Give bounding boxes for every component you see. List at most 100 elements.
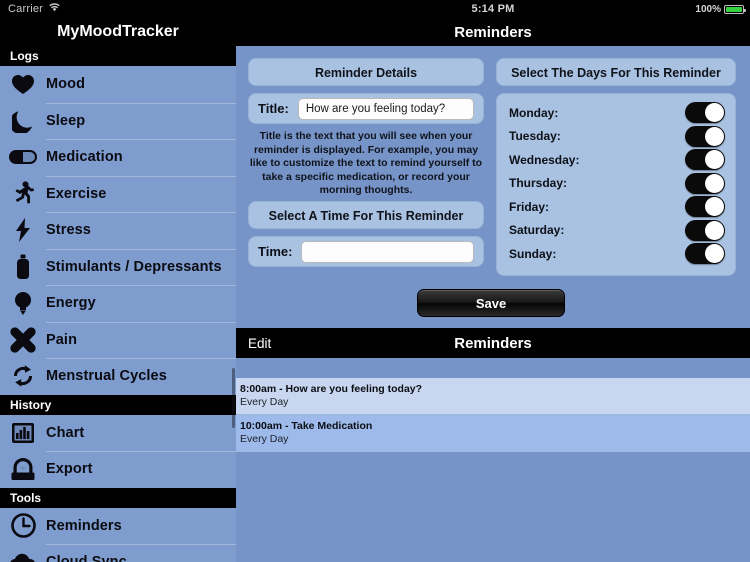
sidebar-item-label: Exercise bbox=[46, 185, 107, 202]
reminder-details-header-card: Reminder Details bbox=[248, 58, 484, 86]
day-row-tuesday[interactable]: Tuesday: bbox=[509, 125, 725, 149]
heart-icon bbox=[0, 66, 46, 102]
save-button[interactable]: Save bbox=[417, 289, 565, 317]
select-time-header-label: Select A Time For This Reminder bbox=[268, 209, 464, 223]
reminder-details-header-label: Reminder Details bbox=[314, 66, 418, 80]
cycle-arrows-icon bbox=[0, 358, 46, 394]
detail-pane: 5:14 PM 100% Reminders Reminder Details … bbox=[236, 0, 750, 562]
list-top-spacer bbox=[236, 358, 750, 378]
sidebar-section-header-logs: Logs bbox=[0, 46, 236, 66]
day-toggle-saturday[interactable] bbox=[685, 219, 725, 241]
sidebar-item-reminders[interactable]: Reminders bbox=[0, 507, 236, 544]
detail-navbar-title: Reminders bbox=[236, 18, 750, 46]
day-toggle-friday[interactable] bbox=[685, 196, 725, 218]
list-item-subtitle: Every Day bbox=[240, 396, 289, 408]
sidebar-scrollbar[interactable] bbox=[232, 368, 235, 428]
list-item-title: 10:00am - Take Medication bbox=[240, 420, 373, 432]
lightbulb-icon bbox=[0, 285, 46, 321]
sidebar-item-sleep[interactable]: Sleep bbox=[0, 102, 236, 139]
day-row-friday[interactable]: Friday: bbox=[509, 195, 725, 219]
detail-status-bar: 5:14 PM 100% bbox=[236, 0, 750, 18]
reminders-list-panel: Edit Reminders 8:00am - How are you feel… bbox=[236, 328, 750, 560]
day-toggle-wednesday[interactable] bbox=[685, 149, 725, 171]
day-row-saturday[interactable]: Saturday: bbox=[509, 219, 725, 243]
app-title: MyMoodTracker bbox=[0, 18, 236, 46]
sidebar-item-stress[interactable]: Stress bbox=[0, 212, 236, 249]
day-row-thursday[interactable]: Thursday: bbox=[509, 172, 725, 196]
sidebar-item-energy[interactable]: Energy bbox=[0, 285, 236, 322]
day-row-sunday[interactable]: Sunday: bbox=[509, 242, 725, 266]
list-item[interactable]: 8:00am - How are you feeling today? Ever… bbox=[236, 378, 750, 415]
day-toggle-tuesday[interactable] bbox=[685, 125, 725, 147]
sidebar-item-label: Menstrual Cycles bbox=[46, 368, 167, 385]
sidebar-item-menstrual-cycles[interactable]: Menstrual Cycles bbox=[0, 358, 236, 395]
time-field-card: Time: bbox=[248, 236, 484, 267]
sidebar-item-exercise[interactable]: Exercise bbox=[0, 175, 236, 212]
sidebar-item-medication[interactable]: Medication bbox=[0, 139, 236, 176]
day-toggle-sunday[interactable] bbox=[685, 243, 725, 265]
list-item[interactable]: 10:00am - Take Medication Every Day bbox=[236, 415, 750, 452]
clock-label: 5:14 PM bbox=[471, 3, 515, 15]
sidebar-item-label: Medication bbox=[46, 149, 123, 166]
sidebar-item-label: Stimulants / Depressants bbox=[46, 258, 222, 275]
sidebar-status-bar: Carrier bbox=[0, 0, 236, 18]
clock-icon bbox=[0, 508, 46, 544]
app-root: Carrier MyMoodTracker Logs Mood Sleep Me… bbox=[0, 0, 750, 562]
list-item-subtitle: Every Day bbox=[240, 433, 289, 445]
sidebar-section-header-history: History bbox=[0, 394, 236, 415]
battery-full-icon bbox=[724, 4, 746, 14]
sidebar-section-header-tools: Tools bbox=[0, 487, 236, 508]
sidebar-item-cloud-sync[interactable]: Cloud Sync bbox=[0, 544, 236, 562]
bandage-cross-icon bbox=[0, 322, 46, 358]
bottle-icon bbox=[0, 249, 46, 285]
sidebar-item-label: Cloud Sync bbox=[46, 554, 127, 562]
day-label: Saturday: bbox=[509, 223, 565, 238]
day-label: Wednesday: bbox=[509, 152, 580, 167]
sidebar-item-label: Stress bbox=[46, 222, 91, 239]
sidebar: Carrier MyMoodTracker Logs Mood Sleep Me… bbox=[0, 0, 236, 562]
sidebar-item-label: Sleep bbox=[46, 112, 86, 129]
sidebar-item-label: Energy bbox=[46, 295, 96, 312]
carrier-label: Carrier bbox=[8, 3, 44, 15]
moon-icon bbox=[0, 103, 46, 139]
select-days-header-card: Select The Days For This Reminder bbox=[496, 58, 736, 86]
battery-indicator: 100% bbox=[695, 0, 746, 18]
sidebar-item-chart[interactable]: Chart bbox=[0, 414, 236, 451]
day-toggle-thursday[interactable] bbox=[685, 172, 725, 194]
day-label: Friday: bbox=[509, 199, 550, 214]
reminder-form: Reminder Details Title: How are you feel… bbox=[236, 46, 750, 328]
list-title: Reminders bbox=[454, 334, 532, 352]
list-empty-area bbox=[236, 452, 750, 560]
lightning-bolt-icon bbox=[0, 212, 46, 248]
edit-button[interactable]: Edit bbox=[248, 336, 271, 351]
sidebar-item-label: Mood bbox=[46, 76, 86, 93]
day-row-monday[interactable]: Monday: bbox=[509, 101, 725, 125]
day-label: Tuesday: bbox=[509, 129, 561, 144]
title-help-text: Title is the text that you will see when… bbox=[249, 130, 483, 196]
export-download-icon bbox=[0, 451, 46, 487]
day-label: Monday: bbox=[509, 105, 559, 120]
title-field-card: Title: How are you feeling today? bbox=[248, 93, 484, 124]
cloud-upload-icon bbox=[0, 544, 46, 562]
day-label: Sunday: bbox=[509, 246, 557, 261]
pill-capsule-icon bbox=[0, 139, 46, 175]
day-label: Thursday: bbox=[509, 176, 568, 191]
bar-chart-icon bbox=[0, 415, 46, 451]
time-input[interactable] bbox=[301, 240, 474, 263]
sidebar-item-label: Reminders bbox=[46, 517, 122, 534]
sidebar-item-mood[interactable]: Mood bbox=[0, 66, 236, 103]
sidebar-item-pain[interactable]: Pain bbox=[0, 321, 236, 358]
title-label: Title: bbox=[258, 101, 289, 116]
sidebar-item-export[interactable]: Export bbox=[0, 451, 236, 488]
list-navbar: Edit Reminders bbox=[236, 328, 750, 358]
running-person-icon bbox=[0, 176, 46, 212]
sidebar-item-label: Export bbox=[46, 461, 93, 478]
sidebar-item-label: Chart bbox=[46, 424, 85, 441]
day-row-wednesday[interactable]: Wednesday: bbox=[509, 148, 725, 172]
sidebar-item-stimulants-depressants[interactable]: Stimulants / Depressants bbox=[0, 248, 236, 285]
sidebar-item-label: Pain bbox=[46, 331, 78, 348]
list-item-title: 8:00am - How are you feeling today? bbox=[240, 383, 423, 395]
title-input[interactable]: How are you feeling today? bbox=[297, 97, 474, 120]
day-toggle-monday[interactable] bbox=[685, 102, 725, 124]
wifi-icon bbox=[49, 3, 60, 15]
